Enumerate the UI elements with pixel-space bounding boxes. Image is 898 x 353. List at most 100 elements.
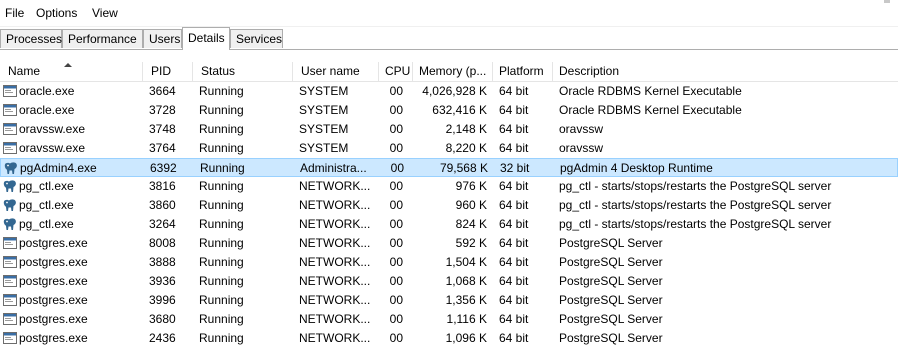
table-row[interactable]: pg_ctl.exe 3816 Running NETWORK... 00 976 K 64… <box>0 177 898 196</box>
cell-name: postgres.exe <box>19 331 88 345</box>
cell-status: Running <box>199 255 244 269</box>
table-row[interactable]: oracle.exe 3664 Running SYSTEM 00 4,026,928 K… <box>0 82 898 101</box>
cell-cpu: 00 <box>389 293 403 307</box>
cell-user-name: NETWORK... <box>299 274 371 288</box>
column-header-platform[interactable]: Platform <box>493 62 553 81</box>
table-row[interactable]: postgres.exe 3996 Running NETWORK... 00 1,356… <box>0 291 898 310</box>
table-row[interactable]: postgres.exe 3936 Running NETWORK... 00 1,068… <box>0 272 898 291</box>
cell-memory: 632,416 K <box>432 103 487 117</box>
cell-description: pg_ctl - starts/stops/restarts the Postg… <box>559 217 832 231</box>
menu-view[interactable]: View <box>92 6 118 20</box>
tab-details[interactable]: Details <box>182 27 230 50</box>
cell-platform: 64 bit <box>499 217 529 231</box>
window-app-icon <box>3 141 17 155</box>
cell-platform: 64 bit <box>499 255 529 269</box>
cell-name: postgres.exe <box>19 236 88 250</box>
cell-user-name: SYSTEM <box>299 103 349 117</box>
cell-cpu: 00 <box>389 255 403 269</box>
cell-pid: 3664 <box>149 84 176 98</box>
cell-cpu: 00 <box>389 122 403 136</box>
table-row[interactable]: postgres.exe 3888 Running NETWORK... 00 1,504… <box>0 253 898 272</box>
cell-user-name: SYSTEM <box>299 84 349 98</box>
column-header-status[interactable]: Status <box>193 62 293 81</box>
cell-cpu: 00 <box>389 312 403 326</box>
cell-memory: 1,504 K <box>445 255 487 269</box>
cell-platform: 64 bit <box>499 236 529 250</box>
cell-description: oravssw <box>559 122 604 136</box>
cell-user-name: NETWORK... <box>299 179 371 193</box>
column-header-user-name[interactable]: User name <box>293 62 379 81</box>
cell-pid: 3860 <box>149 198 176 212</box>
cell-memory: 592 K <box>455 236 487 250</box>
tab-users[interactable]: Users <box>143 29 182 48</box>
cell-platform: 32 bit <box>500 161 530 175</box>
cell-user-name: NETWORK... <box>299 236 371 250</box>
cell-cpu: 00 <box>389 217 403 231</box>
cell-platform: 64 bit <box>499 141 529 155</box>
cell-status: Running <box>199 236 244 250</box>
cell-status: Running <box>199 331 244 345</box>
cell-status: Running <box>199 293 244 307</box>
tab-services[interactable]: Services <box>230 29 283 48</box>
cell-description: pg_ctl - starts/stops/restarts the Postg… <box>559 198 832 212</box>
cell-status: Running <box>199 198 244 212</box>
cell-status: Running <box>199 217 244 231</box>
cell-platform: 64 bit <box>499 84 529 98</box>
cell-name: oracle.exe <box>19 84 75 98</box>
table-row[interactable]: oracle.exe 3728 Running SYSTEM 00 632,416 K 64… <box>0 101 898 120</box>
cell-pid: 3764 <box>149 141 176 155</box>
cell-cpu: 00 <box>389 198 403 212</box>
cell-description: PostgreSQL Server <box>559 312 663 326</box>
window-app-icon <box>3 236 17 250</box>
menu-file[interactable]: File <box>5 6 24 20</box>
column-header-description[interactable]: Description <box>553 62 898 81</box>
cell-description: PostgreSQL Server <box>559 255 663 269</box>
cell-name: oracle.exe <box>19 103 75 117</box>
table-row[interactable]: pg_ctl.exe 3860 Running NETWORK... 00 960 K 64… <box>0 196 898 215</box>
column-header-cpu[interactable]: CPU <box>379 62 413 81</box>
column-header-pid[interactable]: PID <box>143 62 193 81</box>
cell-memory: 4,026,928 K <box>422 84 487 98</box>
table-row[interactable]: oravssw.exe 3748 Running SYSTEM 00 2,148 K 64 … <box>0 120 898 139</box>
table-row[interactable]: postgres.exe 3680 Running NETWORK... 00 1,116… <box>0 310 898 329</box>
cell-memory: 79,568 K <box>439 161 488 175</box>
table-row[interactable]: pgAdmin4.exe 6392 Running Administra... 00 79… <box>0 158 898 177</box>
column-header-memory[interactable]: Memory (p... <box>413 62 493 81</box>
elephant-icon <box>3 179 17 193</box>
table-row[interactable]: oravssw.exe 3764 Running SYSTEM 00 8,220 K 64 … <box>0 139 898 158</box>
table-row[interactable]: postgres.exe 8008 Running NETWORK... 00 592 K… <box>0 234 898 253</box>
column-header-name[interactable]: Name <box>0 62 143 81</box>
cell-pid: 3936 <box>149 274 176 288</box>
table-row[interactable]: pg_ctl.exe 3264 Running NETWORK... 00 824 K 64… <box>0 215 898 234</box>
table-row[interactable]: postgres.exe 2436 Running NETWORK... 00 1,096… <box>0 329 898 348</box>
column-header-row: Name PID Status User name CPU Memory (p.… <box>0 62 898 82</box>
cell-name: pg_ctl.exe <box>19 198 74 212</box>
cell-cpu: 00 <box>389 141 403 155</box>
cell-memory: 960 K <box>455 198 487 212</box>
cell-user-name: SYSTEM <box>299 141 349 155</box>
cell-status: Running <box>199 122 244 136</box>
window-app-icon <box>3 312 17 326</box>
cell-memory: 2,148 K <box>445 122 487 136</box>
cell-memory: 824 K <box>455 217 487 231</box>
cell-user-name: Administra... <box>300 161 367 175</box>
elephant-icon <box>4 161 18 175</box>
cell-cpu: 00 <box>389 179 403 193</box>
cell-status: Running <box>199 274 244 288</box>
tab-processes[interactable]: Processes <box>0 29 62 48</box>
window-app-icon <box>3 255 17 269</box>
tab-performance[interactable]: Performance <box>62 29 143 48</box>
cell-cpu: 00 <box>389 236 403 250</box>
cell-description: Oracle RDBMS Kernel Executable <box>559 84 742 98</box>
menu-options[interactable]: Options <box>36 6 77 20</box>
sort-ascending-icon <box>64 63 72 67</box>
cell-name: pg_ctl.exe <box>19 217 74 231</box>
cell-platform: 64 bit <box>499 122 529 136</box>
window-app-icon <box>3 293 17 307</box>
cell-memory: 8,220 K <box>445 141 487 155</box>
cell-description: pgAdmin 4 Desktop Runtime <box>560 161 713 175</box>
cell-pid: 2436 <box>149 331 176 345</box>
cell-user-name: SYSTEM <box>299 122 349 136</box>
cell-description: PostgreSQL Server <box>559 274 663 288</box>
cell-pid: 3264 <box>149 217 176 231</box>
